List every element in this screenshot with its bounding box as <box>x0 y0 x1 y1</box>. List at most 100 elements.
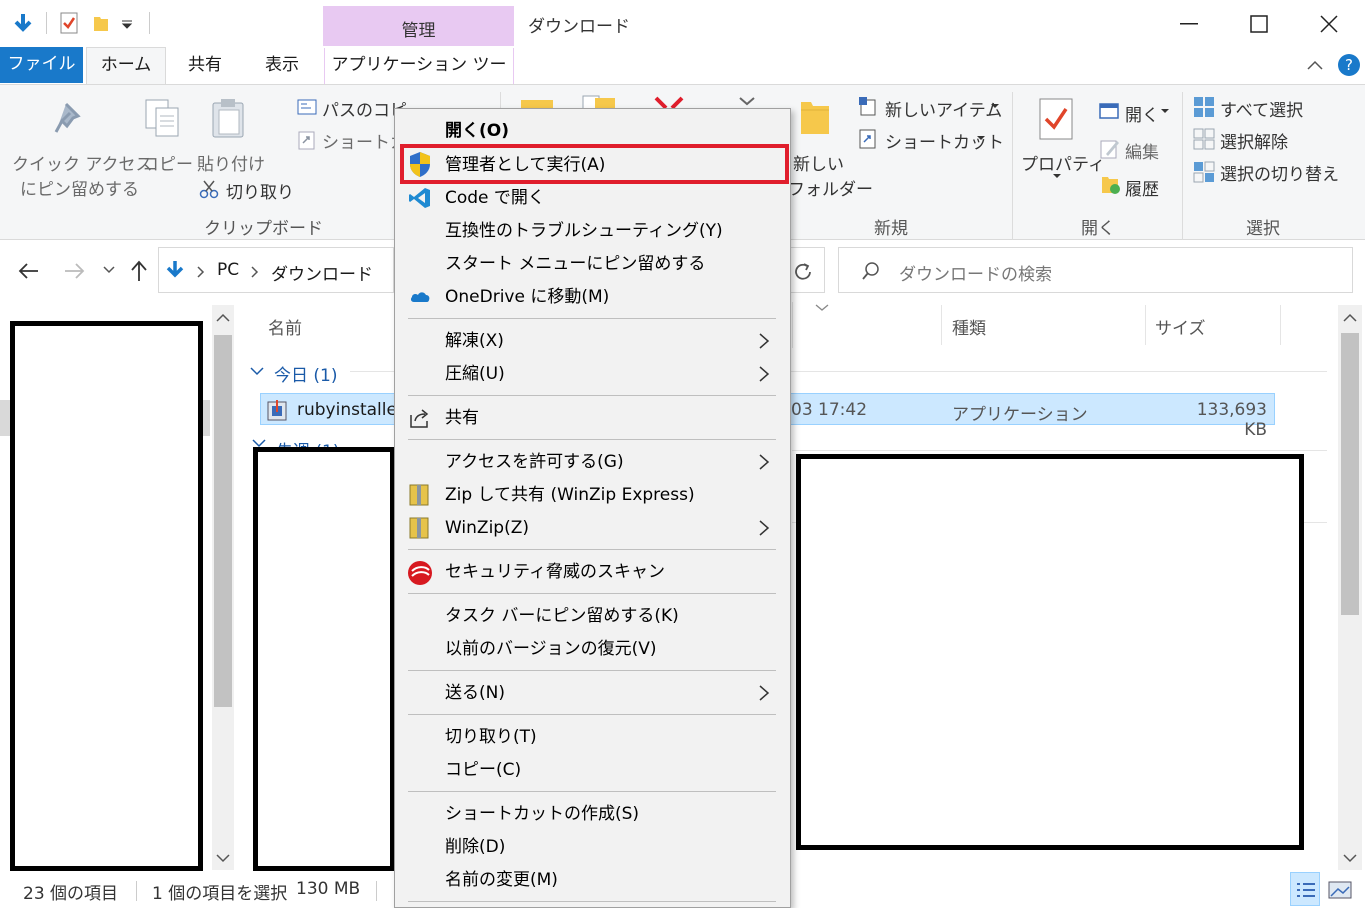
menu-copy[interactable]: コピー(C) <box>395 754 790 787</box>
menu-compress[interactable]: 圧縮(U) <box>395 358 790 391</box>
menu-cut[interactable]: 切り取り(T) <box>395 721 790 754</box>
menu-zip-and-share[interactable]: Zip して共有 (WinZip Express) <box>395 479 790 512</box>
refresh-button[interactable] <box>791 247 825 293</box>
recent-locations-icon[interactable] <box>103 266 115 274</box>
open-dropdown-icon[interactable] <box>1160 108 1170 114</box>
file-type: アプリケーション <box>952 405 1088 425</box>
column-name-header[interactable]: 名前 <box>268 314 302 339</box>
tab-view[interactable]: 表示 <box>252 48 312 84</box>
search-box[interactable]: ダウンロードの検索 <box>838 247 1353 293</box>
tab-file[interactable]: ファイル <box>0 47 83 83</box>
scroll-down-icon[interactable] <box>1343 853 1357 863</box>
edit-button[interactable]: 編集 <box>1125 138 1159 163</box>
breadcrumb-chevron-icon[interactable] <box>251 266 259 278</box>
group-collapse-icon[interactable] <box>250 366 264 376</box>
copy-icon <box>145 99 179 137</box>
close-icon[interactable] <box>1320 15 1338 33</box>
menu-open-with-code[interactable]: Code で開く <box>395 182 790 215</box>
run-as-admin-highlight <box>400 144 789 184</box>
file-size: 133,693 KB <box>1196 400 1267 440</box>
search-placeholder[interactable]: ダウンロードの検索 <box>899 260 1052 285</box>
breadcrumb-chevron-icon[interactable] <box>197 266 205 278</box>
forward-arrow-icon[interactable] <box>63 262 85 280</box>
paste-button[interactable]: 貼り付け <box>197 150 265 175</box>
history-button[interactable]: 履歴 <box>1125 175 1159 200</box>
menu-delete[interactable]: 削除(D) <box>395 831 790 864</box>
menu-move-to-onedrive[interactable]: OneDrive に移動(M) <box>395 281 790 314</box>
breadcrumb-pc[interactable]: PC <box>217 260 239 280</box>
properties-button[interactable]: プロパティ <box>1021 150 1105 175</box>
new-folder-line2[interactable]: フォルダー <box>788 175 873 200</box>
menu-pin-to-taskbar[interactable]: タスク バーにピン留めする(K) <box>395 600 790 633</box>
column-type-header[interactable]: 種類 <box>952 314 986 339</box>
minimize-icon[interactable] <box>1180 22 1198 26</box>
scroll-down-icon[interactable] <box>216 853 230 863</box>
new-folder-line1[interactable]: 新しい <box>793 150 844 175</box>
svg-text:?: ? <box>1345 56 1353 74</box>
scroll-up-icon[interactable] <box>1343 313 1357 323</box>
status-selected: 1 個の項目を選択 <box>152 884 288 904</box>
sort-chevron-icon <box>815 304 829 311</box>
menu-share[interactable]: 共有 <box>395 402 790 435</box>
easy-access-dropdown-icon[interactable] <box>976 135 986 141</box>
pin-quick-access-line1[interactable]: クイック アクセス <box>12 150 153 175</box>
file-list-scrollbar[interactable] <box>1338 305 1362 870</box>
nav-scrollbar[interactable] <box>212 305 234 870</box>
menu-pin-to-start[interactable]: スタート メニューにピン留めする <box>395 248 790 281</box>
quick-access-down-arrow-icon[interactable] <box>11 13 35 33</box>
tab-application-tools[interactable]: アプリケーション ツール <box>324 48 514 109</box>
share-icon <box>410 409 429 428</box>
customize-quick-access-icon[interactable] <box>121 20 133 30</box>
scroll-up-icon[interactable] <box>216 313 230 323</box>
pin-icon <box>54 102 81 133</box>
open-button[interactable]: 開く <box>1125 101 1159 126</box>
submenu-arrow-icon <box>759 366 770 382</box>
address-bar[interactable]: PC ダウンロード <box>158 247 394 293</box>
new-folder-icon <box>801 102 829 134</box>
tab-home[interactable]: ホーム <box>86 47 166 85</box>
redaction-box <box>796 454 1304 850</box>
menu-send-to[interactable]: 送る(N) <box>395 677 790 710</box>
properties-dropdown-icon[interactable] <box>1052 173 1062 179</box>
menu-restore-previous[interactable]: 以前のバージョンの復元(V) <box>395 633 790 666</box>
nav-scroll-thumb[interactable] <box>214 335 232 707</box>
redaction-box <box>253 447 395 871</box>
folder-quick-icon[interactable] <box>92 13 110 33</box>
submenu-arrow-icon <box>759 685 770 701</box>
breadcrumb-downloads[interactable]: ダウンロード <box>271 260 373 285</box>
up-arrow-icon[interactable] <box>130 260 148 282</box>
maximize-icon[interactable] <box>1250 15 1268 33</box>
select-none-button[interactable]: 選択解除 <box>1220 128 1288 153</box>
details-view-button[interactable] <box>1290 872 1320 906</box>
group-last-week[interactable]: 先週 (1) <box>276 437 339 447</box>
new-item-button[interactable]: 新しいアイテム <box>885 96 1002 121</box>
menu-extract[interactable]: 解凍(X) <box>395 325 790 358</box>
installer-icon <box>267 400 287 421</box>
invert-selection-button[interactable]: 選択の切り替え <box>1220 160 1339 185</box>
help-icon[interactable]: ? <box>1337 53 1361 77</box>
column-size-header[interactable]: サイズ <box>1155 314 1206 339</box>
copy-button[interactable]: コピー <box>142 150 193 175</box>
pin-quick-access-line2[interactable]: にピン留めする <box>20 175 139 200</box>
large-icons-view-icon[interactable] <box>1328 880 1352 900</box>
properties-quick-icon[interactable] <box>59 12 79 34</box>
tab-share[interactable]: 共有 <box>176 48 234 84</box>
back-arrow-icon[interactable] <box>18 262 40 280</box>
menu-security-scan[interactable]: セキュリティ脅威のスキャン <box>395 556 790 589</box>
open-icon <box>1099 103 1119 119</box>
menu-troubleshoot-compat[interactable]: 互換性のトラブルシューティング(Y) <box>395 215 790 248</box>
vscode-icon <box>409 188 430 208</box>
menu-winzip[interactable]: WinZip(Z) <box>395 512 790 545</box>
group-today[interactable]: 今日 (1) <box>274 361 337 386</box>
menu-create-shortcut[interactable]: ショートカットの作成(S) <box>395 798 790 831</box>
refresh-icon <box>795 263 811 280</box>
menu-rename[interactable]: 名前の変更(M) <box>395 864 790 897</box>
new-item-dropdown-icon[interactable] <box>990 103 1000 109</box>
collapse-ribbon-icon[interactable] <box>1306 59 1324 71</box>
menu-give-access[interactable]: アクセスを許可する(G) <box>395 446 790 479</box>
cut-button[interactable]: 切り取り <box>226 178 294 203</box>
file-scroll-thumb[interactable] <box>1341 333 1359 615</box>
select-all-button[interactable]: すべて選択 <box>1220 96 1303 121</box>
manage-label: 管理 <box>401 21 436 41</box>
easy-access-button[interactable]: ショートカット <box>885 128 1004 153</box>
